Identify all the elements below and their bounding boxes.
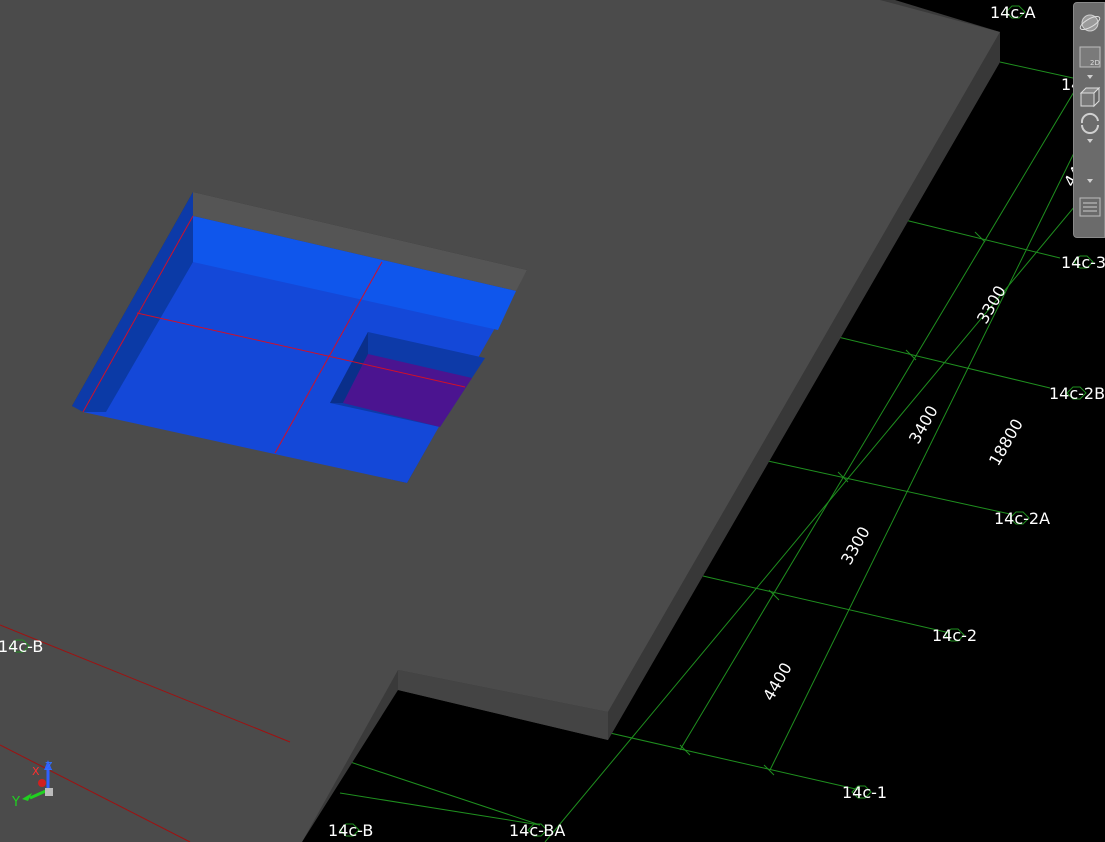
3d-model-viewport[interactable]: 14c-A 14c-4 14c-3 14c-2B 14c-2A 14c-2 14…	[0, 0, 1105, 842]
origin-cube-icon	[45, 788, 53, 796]
grid-label-col-2a: 14c-2A	[994, 509, 1050, 528]
orbit-sphere-icon	[1079, 14, 1101, 32]
view-3d-cube-icon	[1079, 86, 1101, 108]
grid-label-row-ba: 14c-BA	[509, 821, 565, 840]
rotate-button[interactable]	[1076, 109, 1104, 137]
view-2d-icon: 2D	[1079, 46, 1101, 68]
view-settings-button[interactable]	[1076, 193, 1104, 221]
chevron-down-icon[interactable]	[1087, 179, 1093, 183]
view-2d-button[interactable]: 2D	[1076, 43, 1104, 71]
y-axis-label: Y	[11, 795, 20, 810]
grid-label-col-1: 14c-1	[842, 783, 887, 802]
x-axis-dot-icon	[38, 779, 46, 787]
grid-label-row-a: 14c-A	[990, 3, 1036, 22]
grid-label-col-3: 14c-3	[1061, 253, 1105, 272]
grid-label-row-b-bottom: 14c-B	[328, 821, 373, 840]
rotate-icon	[1080, 112, 1099, 134]
z-axis-label: Z	[45, 760, 53, 773]
chevron-down-icon[interactable]	[1087, 75, 1093, 79]
cube-view-button[interactable]	[1076, 83, 1104, 111]
orbit-button[interactable]	[1076, 9, 1104, 37]
grid-label-row-b-left: 14c-B	[0, 637, 43, 656]
grid-label-col-2: 14c-2	[932, 626, 977, 645]
chevron-down-icon[interactable]	[1087, 139, 1093, 143]
view-navigation-toolbar: 2D	[1073, 2, 1105, 238]
view-settings-icon	[1079, 197, 1101, 217]
view-2d-label: 2D	[1090, 59, 1100, 67]
grid-label-col-2b: 14c-2B	[1049, 384, 1105, 403]
x-axis-label: X	[32, 765, 40, 778]
